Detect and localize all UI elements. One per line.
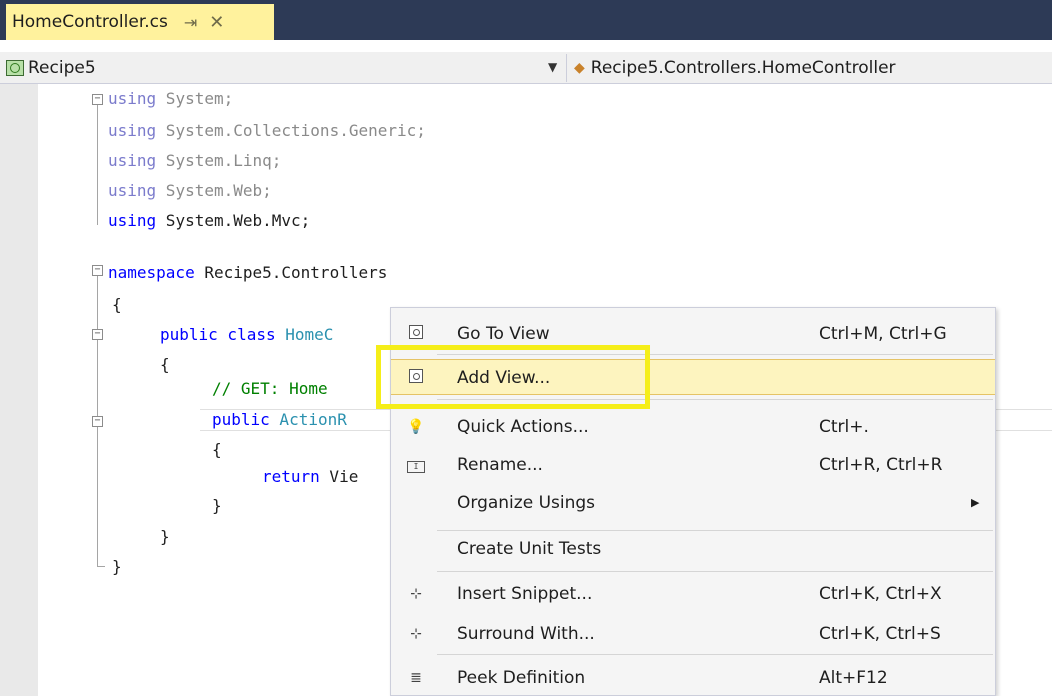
lightbulb-icon: 💡 xyxy=(407,419,425,435)
code-line: using System.Linq; xyxy=(108,151,282,170)
code-line: namespace Recipe5.Controllers xyxy=(108,263,388,282)
surround-with-icon: ⊹ xyxy=(410,626,422,642)
code-line: using System.Web; xyxy=(108,181,272,200)
submenu-arrow-icon: ▶ xyxy=(971,496,980,509)
collapse-icon[interactable]: − xyxy=(92,416,103,427)
project-name: Recipe5 xyxy=(28,58,96,78)
menu-item-create-unit-tests[interactable]: Create Unit Tests xyxy=(391,531,995,567)
menu-separator xyxy=(437,654,993,655)
code-line: public ActionR xyxy=(212,410,347,429)
menu-separator xyxy=(437,571,993,572)
class-scope-dropdown[interactable]: ◆ Recipe5.Controllers.HomeController xyxy=(574,52,896,84)
document-tab[interactable]: HomeController.cs ⇥ ✕ xyxy=(6,4,274,40)
chevron-down-icon[interactable]: ▼ xyxy=(548,60,557,74)
rename-icon: I xyxy=(407,456,425,474)
menu-item-peek-definition[interactable]: ≣ Peek Definition Alt+F12 xyxy=(391,660,995,696)
code-line: using System; xyxy=(108,89,234,108)
code-line: // GET: Home xyxy=(212,379,328,398)
code-line: using System.Web.Mvc; xyxy=(108,211,311,230)
collapse-icon[interactable]: − xyxy=(92,329,103,340)
highlight-annotation-box xyxy=(376,345,650,409)
menu-item-organize-usings[interactable]: Organize Usings ▶ xyxy=(391,485,995,521)
navigation-bar: Recipe5 ▼ ◆ Recipe5.Controllers.HomeCont… xyxy=(0,52,1052,84)
collapse-icon[interactable]: − xyxy=(92,265,103,276)
code-line: { xyxy=(212,440,222,459)
close-icon[interactable]: ✕ xyxy=(209,12,224,33)
menu-item-insert-snippet[interactable]: ⊹ Insert Snippet... Ctrl+K, Ctrl+X xyxy=(391,576,995,612)
class-scope-name: Recipe5.Controllers.HomeController xyxy=(590,58,896,78)
code-line: using System.Collections.Generic; xyxy=(108,121,426,140)
fold-guide-end xyxy=(97,566,105,567)
peek-definition-icon: ≣ xyxy=(410,670,422,686)
code-line: public class HomeC xyxy=(160,325,334,344)
pin-icon[interactable]: ⇥ xyxy=(184,13,197,32)
code-line: } xyxy=(112,557,122,576)
menu-item-rename[interactable]: I Rename... Ctrl+R, Ctrl+R xyxy=(391,447,995,483)
code-line: } xyxy=(160,527,170,546)
collapse-icon[interactable]: − xyxy=(92,94,103,105)
code-line: } xyxy=(212,496,222,515)
class-icon: ◆ xyxy=(574,60,585,76)
project-dropdown[interactable]: Recipe5 xyxy=(6,52,96,84)
insert-snippet-icon: ⊹ xyxy=(410,586,422,602)
fold-guide xyxy=(97,105,98,225)
editor-margin xyxy=(0,84,38,696)
go-to-view-icon xyxy=(407,325,425,343)
menu-item-surround-with[interactable]: ⊹ Surround With... Ctrl+K, Ctrl+S xyxy=(391,616,995,652)
document-tab-bar: HomeController.cs ⇥ ✕ xyxy=(0,0,1052,40)
menu-item-quick-actions[interactable]: 💡 Quick Actions... Ctrl+. xyxy=(391,409,995,445)
tab-title: HomeController.cs xyxy=(12,12,168,32)
nav-divider xyxy=(566,54,567,82)
project-icon xyxy=(6,60,24,76)
code-line: return Vie xyxy=(262,467,359,486)
code-line: { xyxy=(160,355,170,374)
code-line: { xyxy=(112,295,122,314)
